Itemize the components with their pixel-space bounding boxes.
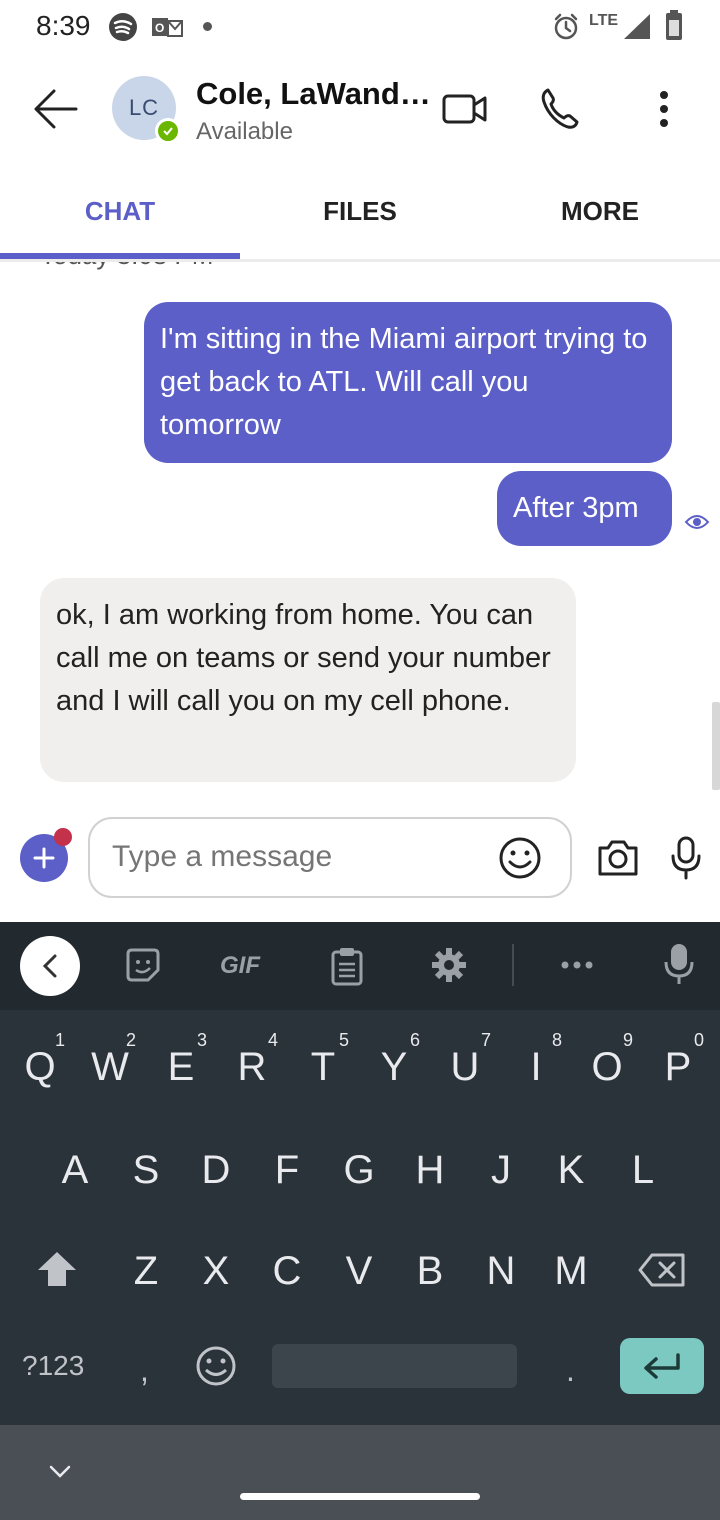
microphone-icon[interactable] [670, 836, 702, 880]
emoji-icon[interactable] [498, 836, 542, 880]
status-bar: 8:39 O LTE [0, 0, 720, 56]
spotify-icon [109, 13, 137, 41]
contact-name[interactable]: Cole, LaWand… [196, 76, 431, 112]
tab-chat[interactable]: CHAT [0, 196, 240, 227]
incoming-message[interactable]: ok, I am working from home. You can call… [40, 578, 576, 782]
more-options-icon[interactable] [654, 90, 674, 130]
key-y[interactable]: Y [364, 1045, 424, 1090]
chevron-down-icon[interactable] [48, 1464, 72, 1480]
symbols-key[interactable]: ?123 [22, 1350, 84, 1382]
key-c[interactable]: C [257, 1249, 317, 1294]
key-hint: 8 [552, 1030, 563, 1050]
key-x[interactable]: X [186, 1249, 246, 1294]
key-j[interactable]: J [471, 1148, 531, 1193]
period-key[interactable]: . [566, 1352, 575, 1389]
gif-button[interactable]: GIF [220, 952, 260, 980]
key-q[interactable]: Q [10, 1045, 70, 1090]
signal-icon [624, 14, 650, 39]
presence-available-icon [155, 118, 181, 144]
chevron-left-icon [42, 954, 57, 978]
outgoing-message[interactable]: I'm sitting in the Miami airport trying … [144, 302, 672, 463]
key-l[interactable]: L [613, 1148, 673, 1193]
chat-message-list[interactable]: Today 3:08 PM I'm sitting in the Miami a… [0, 262, 720, 802]
status-time: 8:39 [36, 10, 91, 41]
camera-icon[interactable] [596, 838, 640, 878]
key-hint: 0 [694, 1030, 705, 1050]
key-f[interactable]: F [257, 1148, 317, 1193]
contact-status: Available [196, 118, 293, 145]
key-t[interactable]: T [293, 1045, 353, 1090]
key-o[interactable]: O [577, 1045, 637, 1090]
key-hint: 7 [481, 1030, 492, 1050]
keyboard-emoji-icon[interactable] [194, 1344, 238, 1388]
key-n[interactable]: N [471, 1249, 531, 1294]
plus-icon [33, 847, 55, 869]
key-hint: 5 [339, 1030, 350, 1050]
notification-badge [54, 828, 72, 846]
key-hint: 9 [623, 1030, 634, 1050]
outlook-icon: O [152, 18, 183, 37]
key-hint: 4 [268, 1030, 279, 1050]
seen-eye-icon [684, 515, 710, 529]
keyboard-collapse-button[interactable] [20, 936, 80, 996]
alarm-icon [554, 13, 578, 40]
more-dots-icon[interactable] [560, 960, 594, 970]
key-v[interactable]: V [329, 1249, 389, 1294]
video-call-icon[interactable] [442, 92, 488, 126]
key-z[interactable]: Z [116, 1249, 176, 1294]
key-p[interactable]: P [648, 1045, 708, 1090]
date-separator: Today 3:08 PM [40, 262, 213, 271]
clipboard-icon[interactable] [330, 946, 364, 986]
key-hint: 6 [410, 1030, 421, 1050]
key-hint: 1 [55, 1030, 66, 1050]
key-m[interactable]: M [541, 1249, 601, 1294]
key-d[interactable]: D [186, 1148, 246, 1193]
key-k[interactable]: K [541, 1148, 601, 1193]
key-hint: 3 [197, 1030, 208, 1050]
key-hint: 2 [126, 1030, 137, 1050]
space-bar[interactable] [272, 1344, 517, 1388]
home-indicator[interactable] [240, 1493, 480, 1500]
network-type: LTE [589, 12, 619, 29]
message-placeholder: Type a message [112, 840, 333, 873]
key-b[interactable]: B [400, 1249, 460, 1294]
sticker-icon[interactable] [124, 946, 162, 984]
settings-gear-icon[interactable] [430, 946, 468, 984]
shift-key-icon[interactable] [36, 1250, 78, 1288]
tab-more[interactable]: MORE [480, 196, 720, 227]
comma-key[interactable]: , [140, 1352, 149, 1389]
enter-key[interactable] [620, 1338, 704, 1394]
notification-dot-icon [203, 22, 212, 31]
key-s[interactable]: S [116, 1148, 176, 1193]
voice-input-icon[interactable] [664, 942, 694, 986]
scrollbar[interactable] [712, 702, 720, 790]
key-u[interactable]: U [435, 1045, 495, 1090]
key-i[interactable]: I [506, 1045, 566, 1090]
tab-files[interactable]: FILES [240, 196, 480, 227]
battery-icon [666, 10, 682, 40]
backspace-icon[interactable] [638, 1252, 686, 1288]
toolbar-divider [512, 944, 514, 986]
key-a[interactable]: A [45, 1148, 105, 1193]
back-arrow-icon[interactable] [32, 88, 80, 130]
key-g[interactable]: G [329, 1148, 389, 1193]
key-w[interactable]: W [80, 1045, 140, 1090]
key-e[interactable]: E [151, 1045, 211, 1090]
system-nav-bar [0, 1425, 720, 1520]
key-h[interactable]: H [400, 1148, 460, 1193]
phone-call-icon[interactable] [540, 86, 580, 130]
svg-text:O: O [155, 21, 164, 35]
enter-arrow-icon [644, 1353, 680, 1379]
key-r[interactable]: R [222, 1045, 282, 1090]
outgoing-message[interactable]: After 3pm [497, 471, 672, 546]
